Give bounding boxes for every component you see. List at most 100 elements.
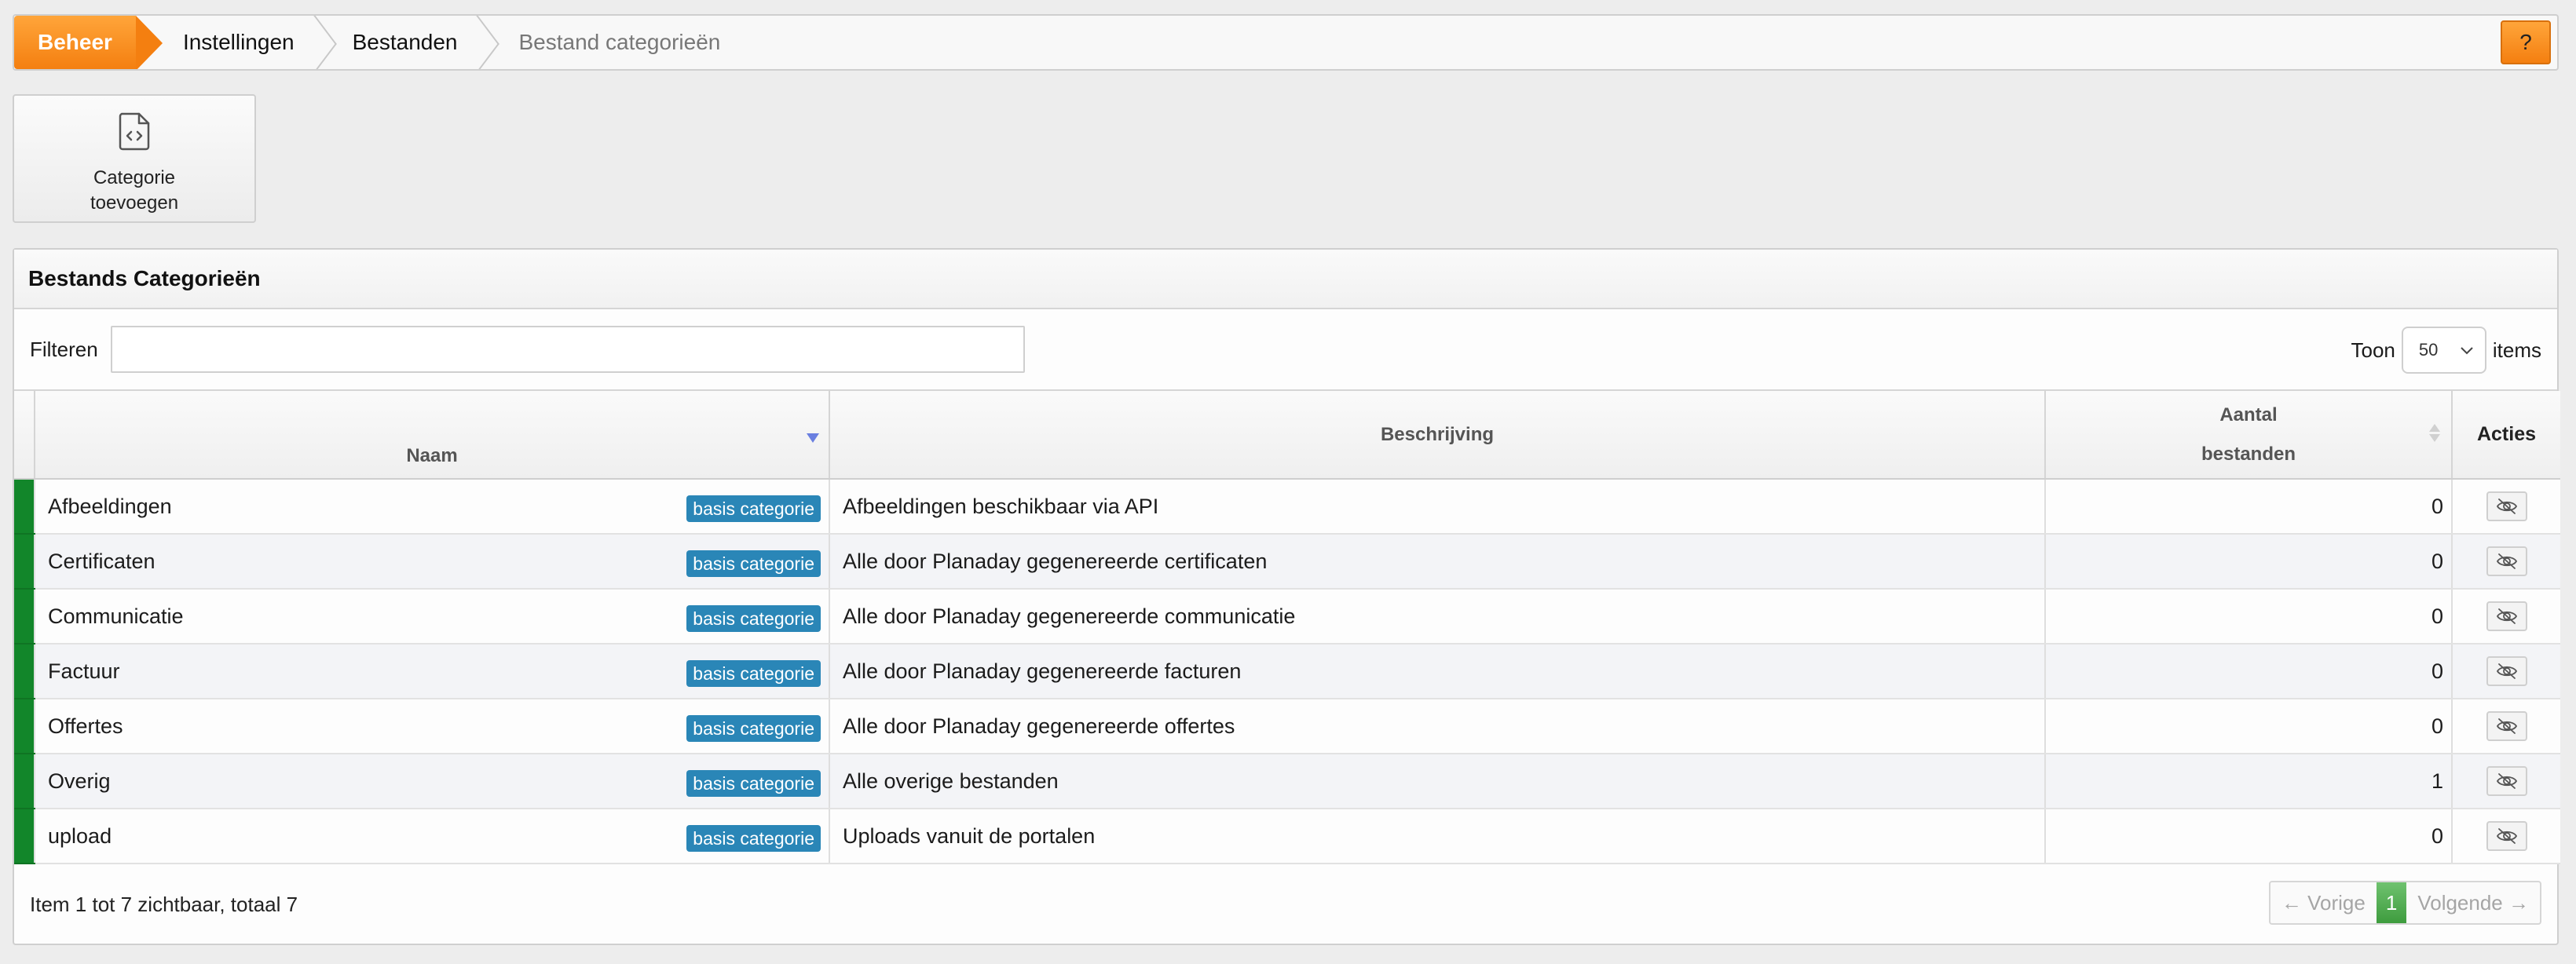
cell-description: Alle door Planaday gegenereerde offertes — [829, 699, 2046, 754]
sort-descending-icon — [807, 433, 819, 443]
row-status-stripe — [14, 754, 35, 809]
eye-slash-icon — [2496, 772, 2518, 790]
category-name[interactable]: Overig — [48, 769, 111, 793]
row-status-stripe — [14, 809, 35, 864]
categories-panel: Bestands Categorieën Filteren Toon 50 it… — [13, 248, 2560, 945]
filter-toolbar: Filteren Toon 50 items — [14, 309, 2557, 391]
row-status-stripe — [14, 644, 35, 699]
basis-category-badge: basis categorie — [686, 770, 821, 797]
categories-table: Naam Beschrijving Aantal bestanden Actie… — [14, 391, 2560, 864]
panel-title: Bestands Categorieën — [14, 250, 2557, 309]
table-row[interactable]: Offertes basis categorie Alle door Planada… — [14, 699, 2560, 754]
hide-category-button[interactable] — [2486, 656, 2527, 686]
cell-actions — [2452, 589, 2560, 644]
cell-description: Alle door Planaday gegenereerde certific… — [829, 534, 2046, 590]
chevron-down-icon — [2460, 340, 2474, 360]
cell-file-count: 0 — [2045, 644, 2453, 699]
basis-category-badge: basis categorie — [686, 605, 821, 632]
basis-category-badge: basis categorie — [686, 550, 821, 577]
table-row[interactable]: Communicatie basis categorie Alle door Pla… — [14, 589, 2560, 644]
cell-description: Uploads vanuit de portalen — [829, 809, 2046, 864]
cell-name: Offertes basis categorie — [35, 699, 830, 754]
table-row[interactable]: upload basis categorie Uploads vanuit de p… — [14, 809, 2560, 864]
category-name[interactable]: Factuur — [48, 659, 120, 683]
hide-category-button[interactable] — [2486, 711, 2527, 741]
file-code-icon — [117, 111, 152, 155]
basis-category-badge: basis categorie — [686, 495, 821, 522]
column-header-name[interactable]: Naam — [35, 391, 830, 480]
cell-name: Certificaten basis categorie — [35, 534, 830, 590]
cell-actions — [2452, 699, 2560, 754]
basis-category-badge: basis categorie — [686, 825, 821, 852]
column-header-count[interactable]: Aantal bestanden — [2045, 391, 2453, 480]
eye-slash-icon — [2496, 553, 2518, 570]
cell-file-count: 0 — [2045, 479, 2453, 535]
next-page-button[interactable]: Volgende → — [2406, 882, 2540, 923]
column-header-description[interactable]: Beschrijving — [829, 391, 2046, 480]
previous-page-button[interactable]: ← Vorige — [2270, 882, 2377, 923]
cell-description: Alle door Planaday gegenereerde communic… — [829, 589, 2046, 644]
eye-slash-icon — [2496, 663, 2518, 680]
table-footer: Item 1 tot 7 zichtbaar, totaal 7 ← Vorig… — [14, 865, 2557, 944]
cell-name: Communicatie basis categorie — [35, 589, 830, 644]
cell-actions — [2452, 534, 2560, 590]
row-status-stripe — [14, 479, 35, 535]
cell-description: Alle door Planaday gegenereerde facturen — [829, 644, 2046, 699]
sort-both-icon — [2429, 424, 2440, 442]
basis-category-badge: basis categorie — [686, 715, 821, 742]
column-header-actions-label: Acties — [2476, 423, 2537, 445]
column-header-count-line1: Aantal — [2219, 403, 2278, 425]
page-button-current[interactable]: 1 — [2376, 882, 2407, 923]
add-category-label: Categorie toevoegen — [90, 167, 179, 214]
breadcrumb-item-beheer[interactable]: Beheer — [14, 16, 163, 69]
pagination: ← Vorige 1 Volgende → — [2268, 881, 2541, 925]
hide-category-button[interactable] — [2486, 766, 2527, 796]
breadcrumb-item-bestanden[interactable]: Bestanden — [321, 16, 485, 69]
cell-actions — [2452, 809, 2560, 864]
cell-file-count: 1 — [2045, 754, 2453, 809]
page-size-value: 50 — [2418, 340, 2439, 360]
cell-file-count: 0 — [2045, 809, 2453, 864]
table-row[interactable]: Certificaten basis categorie Alle door Pla… — [14, 534, 2560, 590]
row-status-stripe — [14, 589, 35, 644]
filter-input[interactable] — [110, 326, 1025, 373]
column-header-description-label: Beschrijving — [1380, 423, 1495, 445]
cell-actions — [2452, 754, 2560, 809]
table-row[interactable]: Factuur basis categorie Alle door Planaday… — [14, 644, 2560, 699]
category-name[interactable]: Afbeeldingen — [48, 495, 172, 518]
table-row[interactable]: Overig basis categorie Alle overige bestan… — [14, 754, 2560, 809]
breadcrumb-item-current: Bestand categorieën — [518, 30, 721, 54]
cell-description: Alle overige bestanden — [829, 754, 2046, 809]
category-name[interactable]: upload — [48, 824, 112, 848]
basis-category-badge: basis categorie — [686, 660, 821, 687]
add-category-button[interactable]: Categorie toevoegen — [13, 94, 256, 223]
eye-slash-icon — [2496, 608, 2518, 625]
help-button[interactable]: ? — [2501, 20, 2551, 64]
category-name[interactable]: Offertes — [48, 714, 123, 738]
category-name[interactable]: Certificaten — [48, 550, 156, 573]
cell-actions — [2452, 479, 2560, 535]
status-column-header — [14, 391, 35, 480]
items-label: items — [2492, 338, 2541, 362]
breadcrumb-item-instellingen[interactable]: Instellingen — [136, 16, 321, 69]
hide-category-button[interactable] — [2486, 546, 2527, 576]
category-name[interactable]: Communicatie — [48, 604, 184, 628]
hide-category-button[interactable] — [2486, 821, 2527, 851]
page-size-select[interactable]: 50 — [2401, 327, 2486, 374]
hide-category-button[interactable] — [2486, 601, 2527, 631]
cell-actions — [2452, 644, 2560, 699]
breadcrumb: Beheer Instellingen Bestanden Bestand ca… — [13, 14, 2559, 71]
row-status-stripe — [14, 699, 35, 754]
column-header-count-line2: bestanden — [2201, 443, 2296, 465]
table-row[interactable]: Afbeeldingen basis categorie Afbeeldingen … — [14, 479, 2560, 535]
filter-label: Filteren — [30, 337, 98, 361]
column-header-name-label: Naam — [406, 445, 458, 466]
eye-slash-icon — [2496, 827, 2518, 845]
column-header-actions: Acties — [2452, 391, 2560, 480]
eye-slash-icon — [2496, 498, 2518, 515]
cell-file-count: 0 — [2045, 534, 2453, 590]
hide-category-button[interactable] — [2486, 491, 2527, 521]
eye-slash-icon — [2496, 718, 2518, 735]
cell-name: Afbeeldingen basis categorie — [35, 479, 830, 535]
cell-description: Afbeeldingen beschikbaar via API — [829, 479, 2046, 535]
